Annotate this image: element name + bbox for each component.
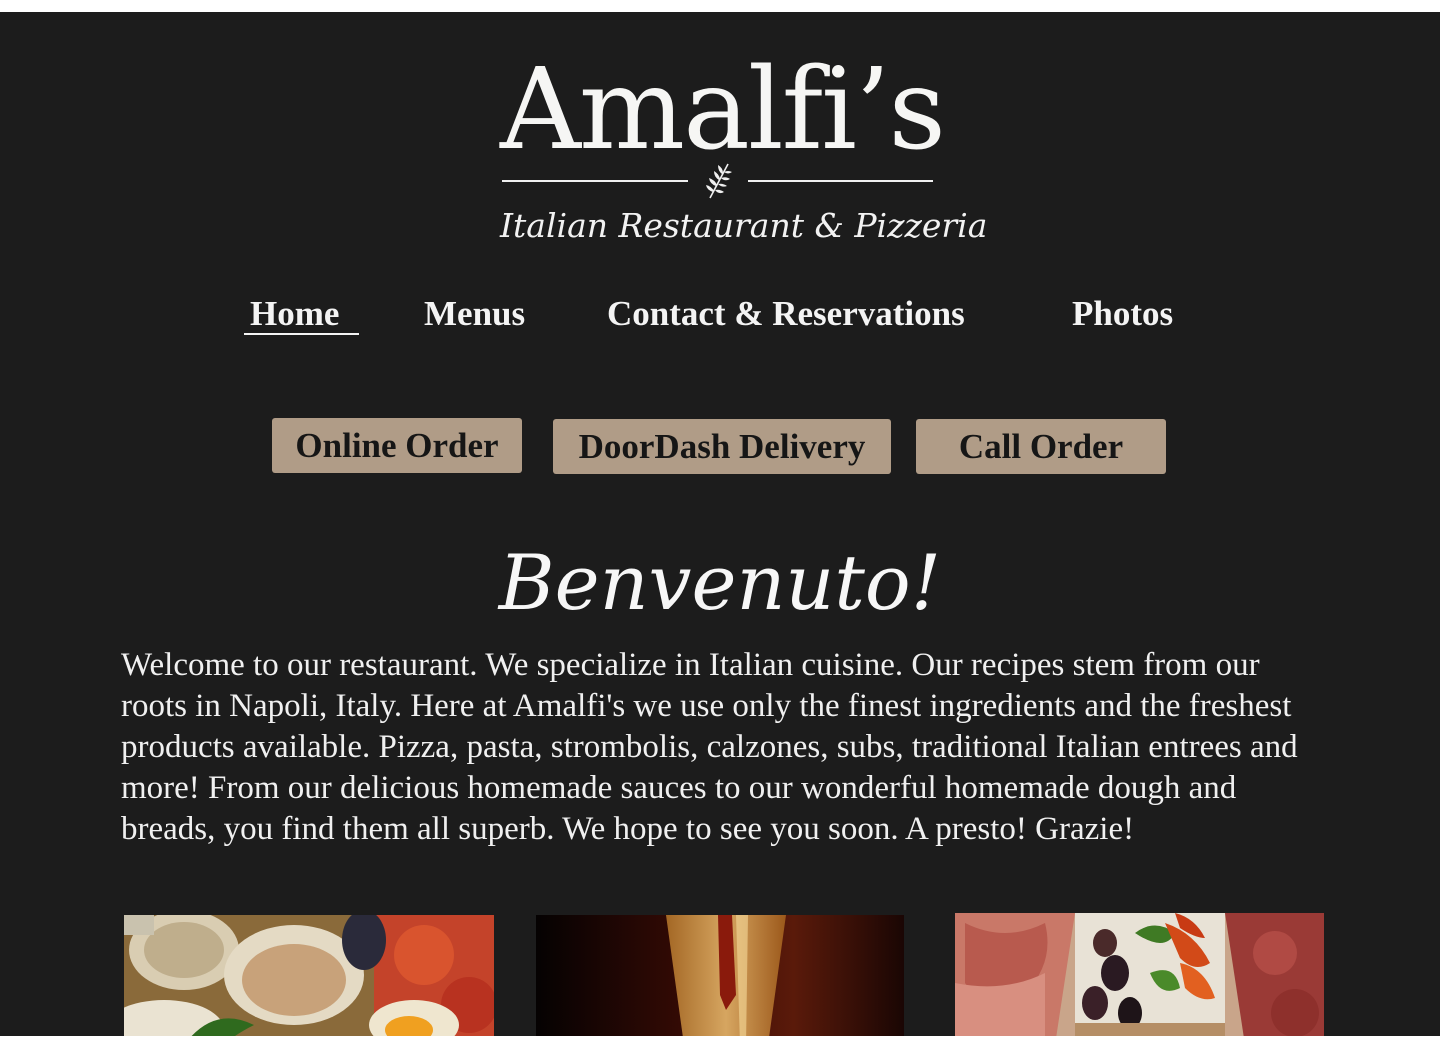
nav-item-menus[interactable]: Menus	[424, 294, 525, 334]
welcome-paragraph: Welcome to our restaurant. We specialize…	[121, 647, 1298, 847]
doordash-delivery-button[interactable]: DoorDash Delivery	[553, 419, 891, 474]
nav-item-home[interactable]: Home	[250, 294, 339, 334]
logo-divider-right	[748, 180, 933, 182]
logo-divider-left	[502, 180, 688, 182]
welcome-heading: Benvenuto!	[498, 538, 942, 627]
nav-active-underline	[244, 333, 359, 335]
call-order-button[interactable]: Call Order	[916, 419, 1166, 474]
logo-subtitle: Italian Restaurant & Pizzeria	[500, 206, 988, 245]
logo-title: Amalfi’s	[500, 45, 946, 175]
wine-glass-photo[interactable]	[536, 915, 904, 1036]
nav-item-photos[interactable]: Photos	[1072, 294, 1173, 334]
seafood-clams-mussels-photo[interactable]	[124, 915, 494, 1036]
nav-item-contact-reservations[interactable]: Contact & Reservations	[607, 294, 965, 334]
site-logo[interactable]: Amalfi’s Italian Restaurant & Pizzeria	[500, 42, 988, 272]
rosemary-sprig-icon	[706, 163, 732, 199]
online-order-button[interactable]: Online Order	[272, 418, 522, 473]
antipasto-platter-photo[interactable]	[955, 913, 1324, 1036]
page: Amalfi’s Italian Restaurant & Pizzeria H…	[0, 12, 1440, 1036]
